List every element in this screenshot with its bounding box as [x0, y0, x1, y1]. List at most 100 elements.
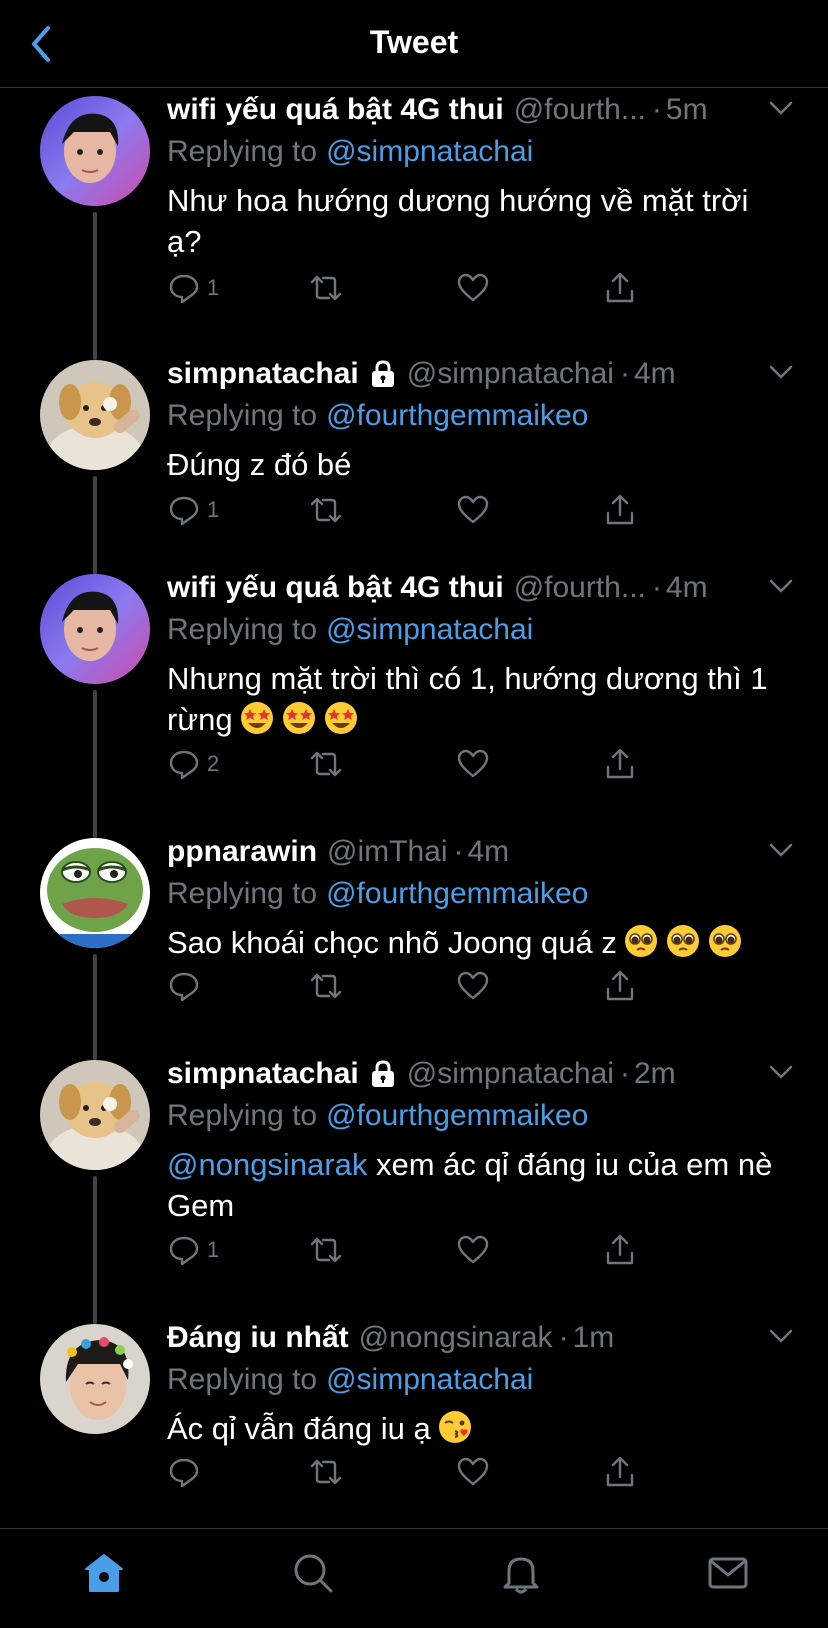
share-button[interactable] [603, 1230, 637, 1270]
replying-label: Replying to [167, 877, 318, 910]
heart-icon [457, 495, 489, 524]
star-struck-emoji [282, 702, 315, 734]
tab-messages[interactable] [704, 1549, 752, 1597]
tab-home[interactable] [80, 1549, 128, 1597]
reply-button[interactable]: 1 [167, 268, 219, 308]
reply-button[interactable]: 1 [167, 1230, 219, 1270]
display-name[interactable]: Đáng iu nhất [167, 1321, 349, 1355]
tweet-thread: wifi yếu quá bật 4G thui @fourth... · 5m… [0, 88, 828, 1516]
kissing-face-emoji [438, 1411, 471, 1443]
like-button[interactable] [456, 966, 490, 1006]
retweet-button[interactable] [309, 490, 343, 530]
tweet[interactable]: ppnarawin @imThai · 4m Replying to @fourt… [0, 830, 828, 1060]
like-button[interactable] [456, 268, 490, 308]
lock-icon [371, 1060, 394, 1087]
reply-count: 1 [207, 1237, 220, 1262]
share-button[interactable] [603, 966, 637, 1006]
retweet-button[interactable] [309, 1452, 343, 1492]
share-icon [606, 494, 634, 525]
reply-mention-link[interactable]: @simpnatachai [326, 1363, 533, 1397]
tweet-text: Sao khoái chọc nhõ Joong quá z [167, 922, 807, 963]
tweet[interactable]: wifi yếu quá bật 4G thui @fourth... · 5m… [0, 88, 828, 360]
retweet-button[interactable] [309, 1230, 343, 1270]
timestamp[interactable]: 4m [467, 835, 509, 869]
reply-button[interactable] [167, 1452, 207, 1492]
share-icon [606, 970, 634, 1001]
chevron-down-icon[interactable] [768, 98, 794, 118]
display-name[interactable]: ppnarawin [167, 835, 317, 869]
like-button[interactable] [456, 744, 490, 784]
chevron-down-icon[interactable] [768, 576, 794, 596]
retweet-icon [310, 497, 342, 523]
avatar[interactable] [40, 838, 150, 948]
retweet-button[interactable] [309, 744, 343, 784]
like-button[interactable] [456, 490, 490, 530]
dot-separator: · [453, 835, 464, 868]
timestamp[interactable]: 4m [634, 357, 676, 391]
share-icon [606, 1234, 634, 1265]
username[interactable]: @imThai [327, 835, 447, 869]
reply-mention-link[interactable]: @fourthgemmaikeo [326, 1099, 588, 1133]
heart-icon [457, 1235, 489, 1264]
tweet-text: @nongsinarak xem ác qỉ đáng iu của em nè… [167, 1144, 787, 1226]
timestamp[interactable]: 4m [666, 571, 708, 605]
pleading-face-emoji [708, 925, 741, 957]
like-button[interactable] [456, 1230, 490, 1270]
reply-mention-link[interactable]: @fourthgemmaikeo [326, 877, 588, 911]
timestamp[interactable]: 2m [634, 1057, 676, 1091]
chevron-down-icon[interactable] [768, 362, 794, 382]
like-button[interactable] [456, 1452, 490, 1492]
replying-to: Replying to @simpnatachai [167, 610, 798, 650]
mention-link[interactable]: @nongsinarak [167, 1147, 367, 1182]
tweet[interactable]: Đáng iu nhất @nongsinarak · 1m Replying … [0, 1316, 828, 1516]
share-button[interactable] [603, 490, 637, 530]
reply-mention-link[interactable]: @simpnatachai [326, 613, 533, 647]
reply-mention-link[interactable]: @fourthgemmaikeo [326, 399, 588, 433]
reply-button[interactable]: 2 [167, 744, 219, 784]
share-button[interactable] [603, 268, 637, 308]
timestamp[interactable]: 1m [573, 1321, 615, 1355]
tweet[interactable]: simpnatachai @simpnatachai · 2m Replying… [0, 1052, 828, 1324]
retweet-icon [310, 973, 342, 999]
retweet-button[interactable] [309, 268, 343, 308]
reply-button[interactable] [167, 966, 207, 1006]
username[interactable]: @simpnatachai [407, 1057, 614, 1091]
display-name[interactable]: simpnatachai [167, 357, 359, 391]
replying-label: Replying to [167, 399, 318, 432]
display-name[interactable]: simpnatachai [167, 1057, 359, 1091]
username[interactable]: @simpnatachai [407, 357, 614, 391]
timestamp[interactable]: 5m [666, 93, 708, 127]
reply-icon [169, 750, 199, 780]
tweet[interactable]: wifi yếu quá bật 4G thui @fourth... · 4m… [0, 566, 828, 838]
tweet-actions [167, 1452, 687, 1492]
star-struck-emoji [240, 702, 273, 734]
reply-count: 1 [207, 275, 220, 300]
display-name[interactable]: wifi yếu quá bật 4G thui [167, 93, 504, 127]
chevron-down-icon[interactable] [768, 840, 794, 860]
page-title: Tweet [369, 24, 459, 60]
avatar[interactable] [40, 574, 150, 684]
reply-button[interactable]: 1 [167, 490, 219, 530]
tweet-actions: 2 [167, 744, 687, 784]
share-button[interactable] [603, 744, 637, 784]
avatar[interactable] [40, 1324, 150, 1434]
reply-mention-link[interactable]: @simpnatachai [326, 135, 533, 169]
avatar[interactable] [40, 96, 150, 206]
replying-to: Replying to @fourthgemmaikeo [167, 1096, 798, 1136]
dot-separator: · [651, 93, 662, 126]
chevron-down-icon[interactable] [768, 1062, 794, 1082]
retweet-button[interactable] [309, 966, 343, 1006]
username[interactable]: @nongsinarak [359, 1321, 553, 1355]
share-button[interactable] [603, 1452, 637, 1492]
username[interactable]: @fourth... [514, 93, 646, 127]
tweet[interactable]: simpnatachai @simpnatachai · 4m Replying… [0, 352, 828, 576]
tweet-text: Như hoa hướng dương hướng về mặt trời ạ? [167, 180, 787, 262]
avatar[interactable] [40, 360, 150, 470]
chevron-down-icon[interactable] [768, 1326, 794, 1346]
tab-search[interactable] [289, 1549, 337, 1597]
username[interactable]: @fourth... [514, 571, 646, 605]
display-name[interactable]: wifi yếu quá bật 4G thui [167, 571, 504, 605]
tab-notifications[interactable] [497, 1549, 545, 1597]
avatar[interactable] [40, 1060, 150, 1170]
tweet-body: Sao khoái chọc nhõ Joong quá z [167, 925, 617, 960]
